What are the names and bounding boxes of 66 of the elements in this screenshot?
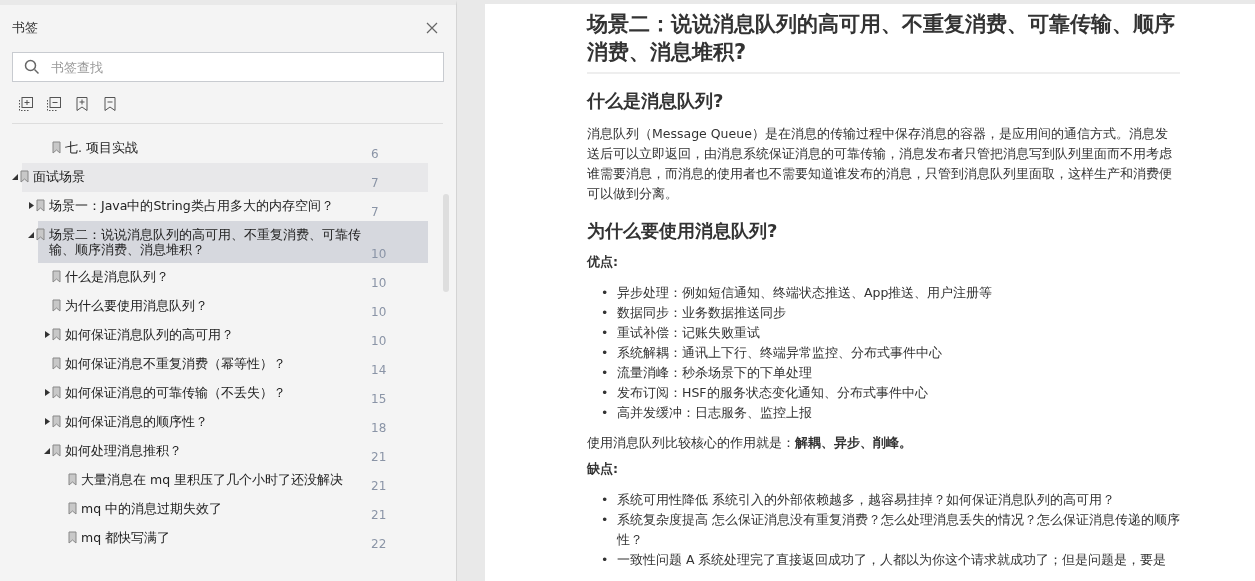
paragraph: 消息队列（Message Queue）是在消息的传输过程中保存消息的容器，是应用间的通信方式。消息发送后可以立即返回，由消息系统保证消息的可靠传输，消息发布者只管把消息写到队列里面而不用考虑谁需要消息，而消息的使用者也不需要知道谁发布的消息，只管到消息队列里面取，这样生产和消费便可以做到分离。	[587, 125, 1173, 203]
bookmark-icon	[68, 473, 77, 486]
list-item: 高并发缓冲：日志服务、监控上报	[617, 404, 812, 422]
bookmark-item[interactable]: 大量消息在 mq 里积压了几个小时了还没解决 21	[0, 466, 428, 495]
bookmark-icon	[52, 299, 61, 312]
close-icon[interactable]	[426, 22, 438, 34]
bookmark-item[interactable]: 场景一：Java中的String类占用多大的内存空间？ 7	[0, 192, 428, 221]
bookmark-icon	[52, 141, 61, 154]
panel-title: 书签	[12, 19, 38, 37]
caret-down-icon[interactable]	[12, 173, 18, 180]
bookmark-icon	[52, 386, 61, 399]
bookmark-icon	[52, 415, 61, 428]
bullet: •	[601, 384, 610, 402]
bookmark-item[interactable]: 什么是消息队列？ 10	[0, 263, 428, 292]
caret-right-icon[interactable]	[44, 418, 50, 425]
bookmark-item[interactable]: 如何保证消息的顺序性？ 18	[0, 408, 428, 437]
bookmark-icon	[36, 199, 45, 212]
bullet: •	[601, 364, 610, 382]
expand-all-icon[interactable]	[18, 96, 36, 114]
subheading: 优点:	[587, 254, 619, 271]
list-item: 异步处理：例如短信通知、终端状态推送、App推送、用户注册等	[617, 284, 993, 302]
caret-right-icon[interactable]	[44, 389, 50, 396]
bookmark-item[interactable]: mq 都快写满了 22	[0, 524, 428, 553]
list-item: 重试补偿：记账失败重试	[617, 324, 760, 342]
bullet: •	[601, 324, 610, 342]
search-field[interactable]: 书签查找	[12, 52, 444, 82]
bullet: •	[601, 551, 610, 569]
bookmark-icon	[52, 328, 61, 341]
bookmark-item[interactable]: 七. 项目实战 6	[0, 134, 428, 163]
bookmark-icon	[52, 357, 61, 370]
section-heading: 为什么要使用消息队列?	[587, 219, 779, 243]
bullet: •	[601, 511, 610, 529]
document-title: 场景二：说说消息队列的高可用、不重复消费、可靠传输、顺序消费、消息堆积?	[587, 10, 1180, 74]
bookmark-icon	[68, 502, 77, 515]
caret-right-icon[interactable]	[44, 331, 50, 338]
search-icon	[24, 59, 40, 75]
bookmark-icon	[68, 531, 77, 544]
bookmark-item[interactable]: 为什么要使用消息队列？ 10	[0, 292, 428, 321]
list-item: 发布订阅：HSF的服务状态变化通知、分布式事件中心	[617, 384, 928, 402]
caret-down-icon[interactable]	[44, 447, 50, 454]
bookmark-item[interactable]: 如何处理消息推积？ 21	[0, 437, 428, 466]
bookmark-item[interactable]: 如何保证消息队列的高可用？ 10	[0, 321, 428, 350]
list-item: 系统复杂度提高 怎么保证消息没有重复消费？怎么处理消息丢失的情况？怎么保证消息传递的顺序性？	[617, 511, 1180, 549]
bullet: •	[601, 344, 610, 362]
list-item: 数据同步：业务数据推送同步	[617, 304, 786, 322]
bookmark-item[interactable]: 如何保证消息不重复消费（幂等性）？ 14	[0, 350, 428, 379]
list-item: 一致性问题 A 系统处理完了直接返回成功了，人都以为你这个请求就成功了；但是问题是，要是	[617, 551, 1167, 569]
bullet: •	[601, 491, 610, 509]
bookmark-icon	[20, 170, 29, 183]
caret-right-icon[interactable]	[28, 202, 34, 209]
section-heading: 什么是消息队列?	[587, 89, 725, 113]
bookmark-icon	[36, 228, 45, 241]
bullet: •	[601, 404, 610, 422]
caret-down-icon[interactable]	[28, 231, 34, 238]
bookmark-icon	[52, 444, 61, 457]
bookmark-item[interactable]: 如何保证消息的可靠传输（不丢失）？ 15	[0, 379, 428, 408]
paragraph: 使用消息队列比较核心的作用就是：解耦、异步、削峰。	[587, 434, 913, 452]
list-item: 系统解耦：通讯上下行、终端异常监控、分布式事件中心	[617, 344, 942, 362]
subheading: 缺点:	[587, 461, 619, 478]
collapse-all-icon[interactable]	[46, 96, 64, 114]
bookmark-item[interactable]: mq 中的消息过期失效了 21	[0, 495, 428, 524]
list-item: 系统可用性降低 系统引入的外部依赖越多，越容易挂掉？如何保证消息队列的高可用？	[617, 491, 1115, 509]
bookmark-icon	[52, 270, 61, 283]
bullet: •	[601, 284, 610, 302]
bullet: •	[601, 304, 610, 322]
list-item: 流量消峰：秒杀场景下的下单处理	[617, 364, 812, 382]
